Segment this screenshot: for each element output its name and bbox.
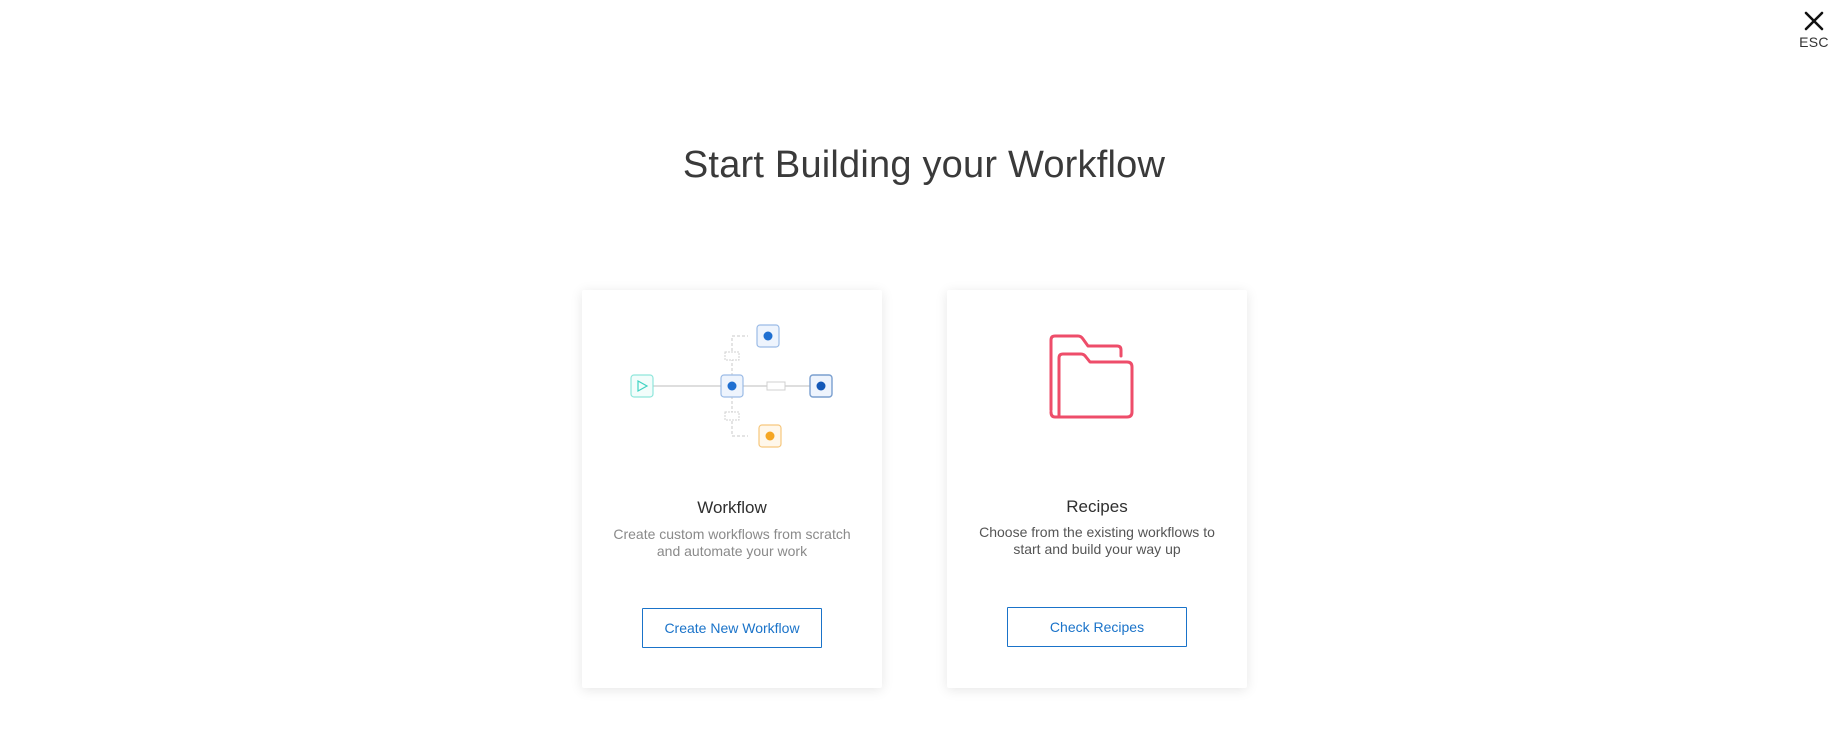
check-recipes-button[interactable]: Check Recipes (1007, 607, 1187, 647)
workflow-illustration (582, 306, 882, 466)
card-description: Choose from the existing workflows to st… (979, 524, 1215, 557)
start-building-modal: ESC Start Building your Workflow Workflo… (0, 0, 1848, 736)
workflow-diagram-icon (630, 324, 833, 448)
create-new-workflow-button[interactable]: Create New Workflow (642, 608, 822, 648)
card-description: Create custom workflows from scratch and… (613, 526, 851, 559)
close-button[interactable]: ESC (1794, 10, 1834, 50)
page-title: Start Building your Workflow (682, 144, 1166, 186)
card-title: Workflow (697, 498, 767, 517)
recipes-illustration (947, 306, 1247, 466)
close-icon (1804, 11, 1824, 31)
workflow-card[interactable]: Workflow Create custom workflows from sc… (582, 290, 882, 688)
folder-icon (1049, 334, 1134, 419)
esc-label: ESC (1799, 34, 1829, 50)
card-title: Recipes (1066, 497, 1128, 516)
recipes-card[interactable]: Recipes Choose from the existing workflo… (947, 290, 1247, 688)
